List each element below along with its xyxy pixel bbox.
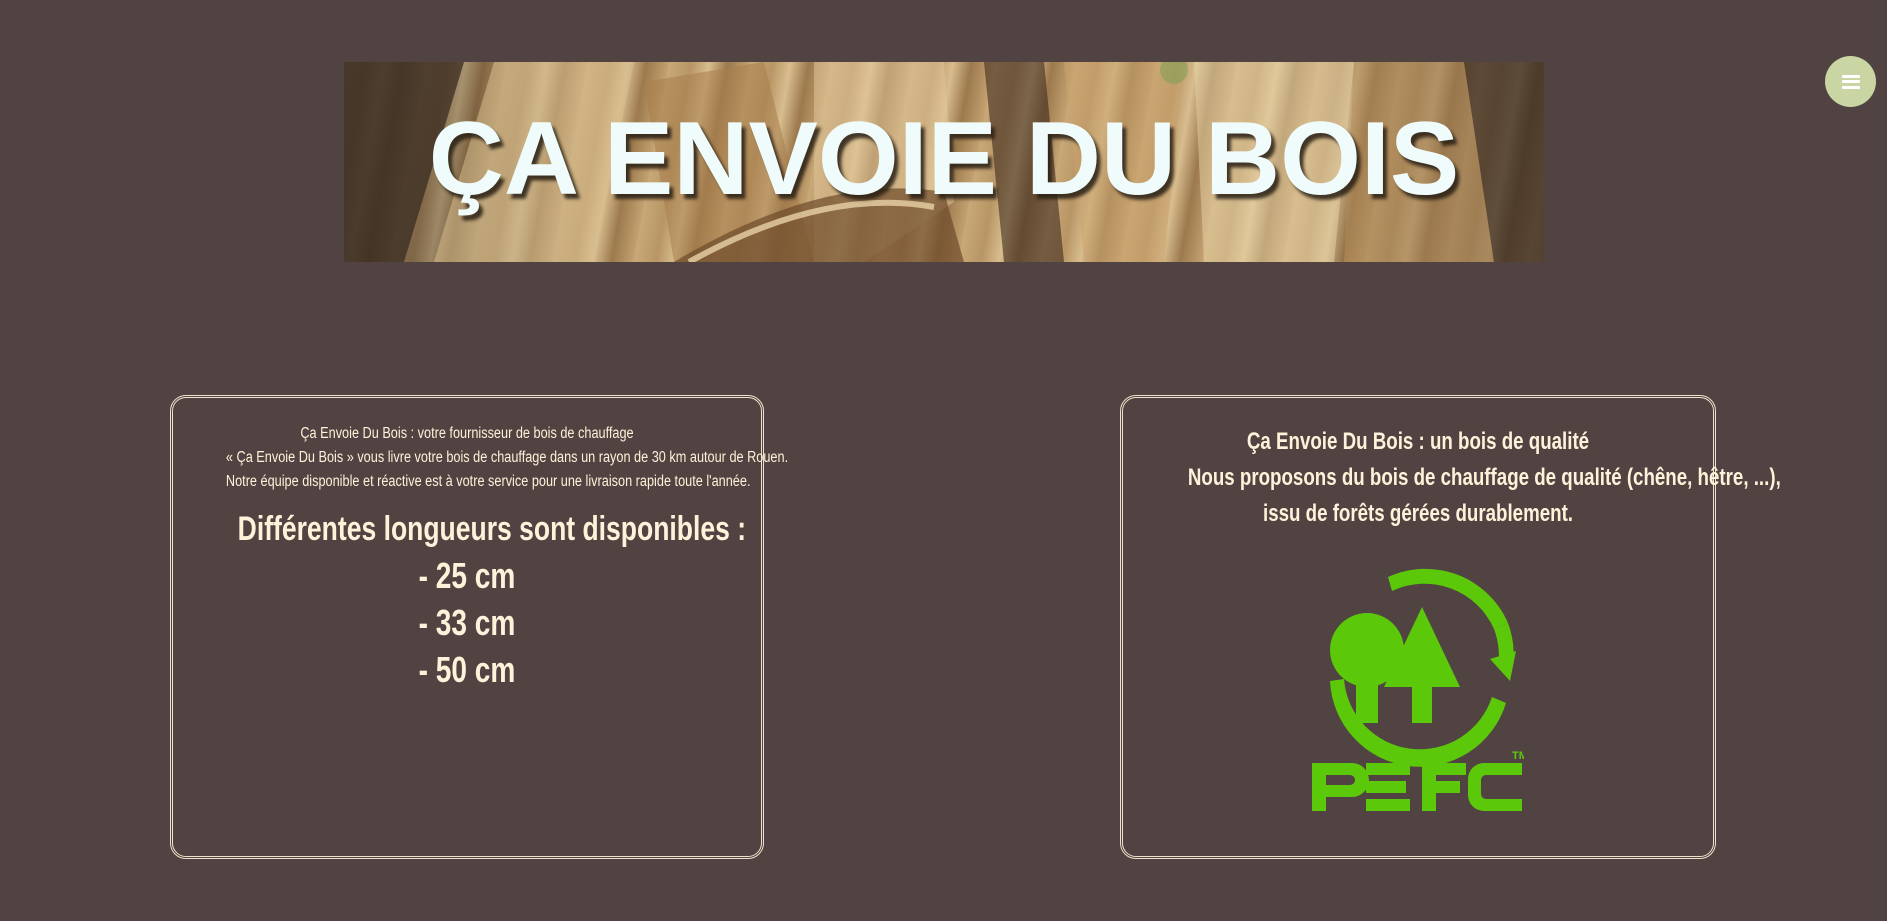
header-banner: ÇA ENVOIE DU BOIS (344, 62, 1544, 262)
site-title: ÇA ENVOIE DU BOIS (428, 101, 1460, 217)
page: ÇA ENVOIE DU BOIS Ça Envoie Du Bois : vo… (0, 0, 1887, 921)
pefc-logo: TM (1312, 568, 1524, 811)
quality-text: Ça Envoie Du Bois : un bois de qualité N… (1187, 424, 1781, 532)
length-item: - 25 cm (418, 555, 516, 596)
delivery-text: « Ça Envoie Du Bois » vous livre votre b… (225, 449, 789, 466)
sustainability-text: issu de forêts gérées durablement. (1262, 500, 1574, 527)
length-item: - 50 cm (418, 649, 516, 690)
quality-description: Nous proposons du bois de chauffage de q… (1187, 464, 1781, 491)
team-text: Notre équipe disponible et réactive est … (225, 473, 751, 490)
quality-heading: Ça Envoie Du Bois : un bois de qualité (1246, 428, 1590, 455)
hamburger-icon (1841, 74, 1860, 89)
supplier-info-card: Ça Envoie Du Bois : votre fournisseur de… (170, 395, 789, 859)
supplier-heading: Ça Envoie Du Bois : votre fournisseur de… (300, 425, 634, 442)
lengths-list: Différentes longueurs sont disponibles :… (237, 506, 747, 693)
length-item: - 33 cm (418, 602, 516, 643)
supplier-intro: Ça Envoie Du Bois : votre fournisseur de… (225, 422, 789, 494)
menu-button[interactable] (1825, 56, 1876, 107)
quality-info-card: Ça Envoie Du Bois : un bois de qualité N… (1120, 395, 1781, 859)
pefc-tm-mark: TM (1512, 750, 1524, 762)
lengths-heading: Différentes longueurs sont disponibles : (237, 510, 747, 548)
